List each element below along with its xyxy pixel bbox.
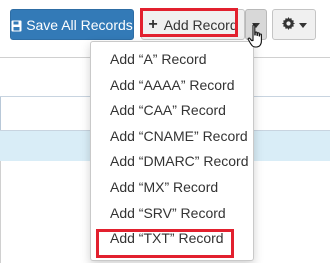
floppy-disk-icon <box>11 19 22 31</box>
menu-item-add-aaaa-record[interactable]: Add “AAAA” Record <box>91 73 253 99</box>
add-record-label: Add Record <box>163 16 238 33</box>
menu-item-add-cname-record[interactable]: Add “CNAME” Record <box>91 124 253 150</box>
hand-pointer-icon <box>247 24 267 50</box>
add-record-menu: Add “A” Record Add “AAAA” Record Add “CA… <box>90 41 254 261</box>
save-all-records-label: Save All Records <box>26 16 133 33</box>
chevron-down-icon <box>298 23 307 28</box>
settings-dropdown-button[interactable] <box>272 9 316 40</box>
menu-item-add-caa-record[interactable]: Add “CAA” Record <box>91 98 253 124</box>
add-record-button[interactable]: + Add Record <box>141 9 245 40</box>
menu-item-add-a-record[interactable]: Add “A” Record <box>91 47 253 73</box>
plus-icon: + <box>148 15 158 33</box>
menu-item-add-txt-record[interactable]: Add “TXT” Record <box>91 226 253 252</box>
menu-item-add-dmarc-record[interactable]: Add “DMARC” Record <box>91 149 253 175</box>
save-all-records-button[interactable]: Save All Records <box>10 9 134 40</box>
gear-icon <box>281 16 295 33</box>
menu-item-add-srv-record[interactable]: Add “SRV” Record <box>91 201 253 227</box>
menu-item-add-mx-record[interactable]: Add “MX” Record <box>91 175 253 201</box>
